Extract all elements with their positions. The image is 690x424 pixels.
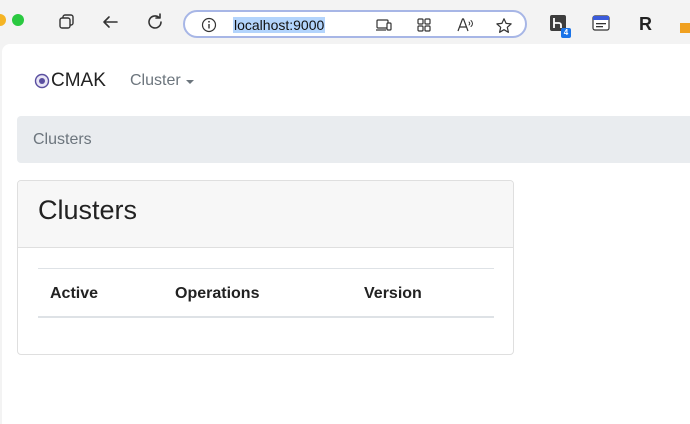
- column-header-active[interactable]: Active: [50, 285, 98, 303]
- clusters-table-header: Active Operations Version: [38, 268, 494, 318]
- breadcrumb-current: Clusters: [33, 131, 92, 148]
- back-arrow-icon[interactable]: [100, 12, 120, 32]
- clusters-card-header: Clusters: [18, 181, 513, 248]
- clusters-card-title: Clusters: [38, 195, 138, 225]
- extension-partial-icon[interactable]: [680, 20, 690, 38]
- apps-icon[interactable]: [416, 17, 432, 38]
- column-header-operations[interactable]: Operations: [175, 285, 259, 303]
- tabs-icon[interactable]: [57, 12, 77, 32]
- extension-r-icon[interactable]: R: [639, 14, 652, 35]
- favorite-star-icon[interactable]: [495, 17, 513, 40]
- breadcrumb: Clusters: [17, 116, 690, 163]
- read-aloud-icon[interactable]: [456, 17, 474, 38]
- extension-window-icon[interactable]: [592, 15, 610, 36]
- reload-icon[interactable]: [145, 12, 165, 32]
- cluster-dropdown-label: Cluster: [130, 72, 181, 89]
- cmak-logo-icon: [34, 73, 50, 89]
- maximize-window-button[interactable]: [12, 14, 24, 26]
- brand-name: CMAK: [51, 70, 106, 91]
- site-info-icon[interactable]: [201, 17, 217, 38]
- clusters-card: Clusters Active Operations Version: [17, 180, 514, 355]
- cluster-dropdown[interactable]: Cluster: [130, 72, 194, 90]
- extension-count-badge: 4: [561, 28, 571, 38]
- navbar: CMAK Cluster: [2, 44, 690, 116]
- device-icon[interactable]: [375, 17, 393, 38]
- browser-toolbar: localhost:9000 4 R: [0, 0, 690, 44]
- column-header-version[interactable]: Version: [364, 285, 422, 303]
- brand-link[interactable]: CMAK: [34, 70, 106, 92]
- minimize-window-button[interactable]: [0, 14, 6, 26]
- address-bar[interactable]: localhost:9000: [183, 10, 527, 38]
- caret-down-icon: [185, 80, 194, 84]
- url-text[interactable]: localhost:9000: [233, 17, 326, 33]
- web-page: CMAK Cluster Clusters Clusters Active Op…: [2, 44, 690, 424]
